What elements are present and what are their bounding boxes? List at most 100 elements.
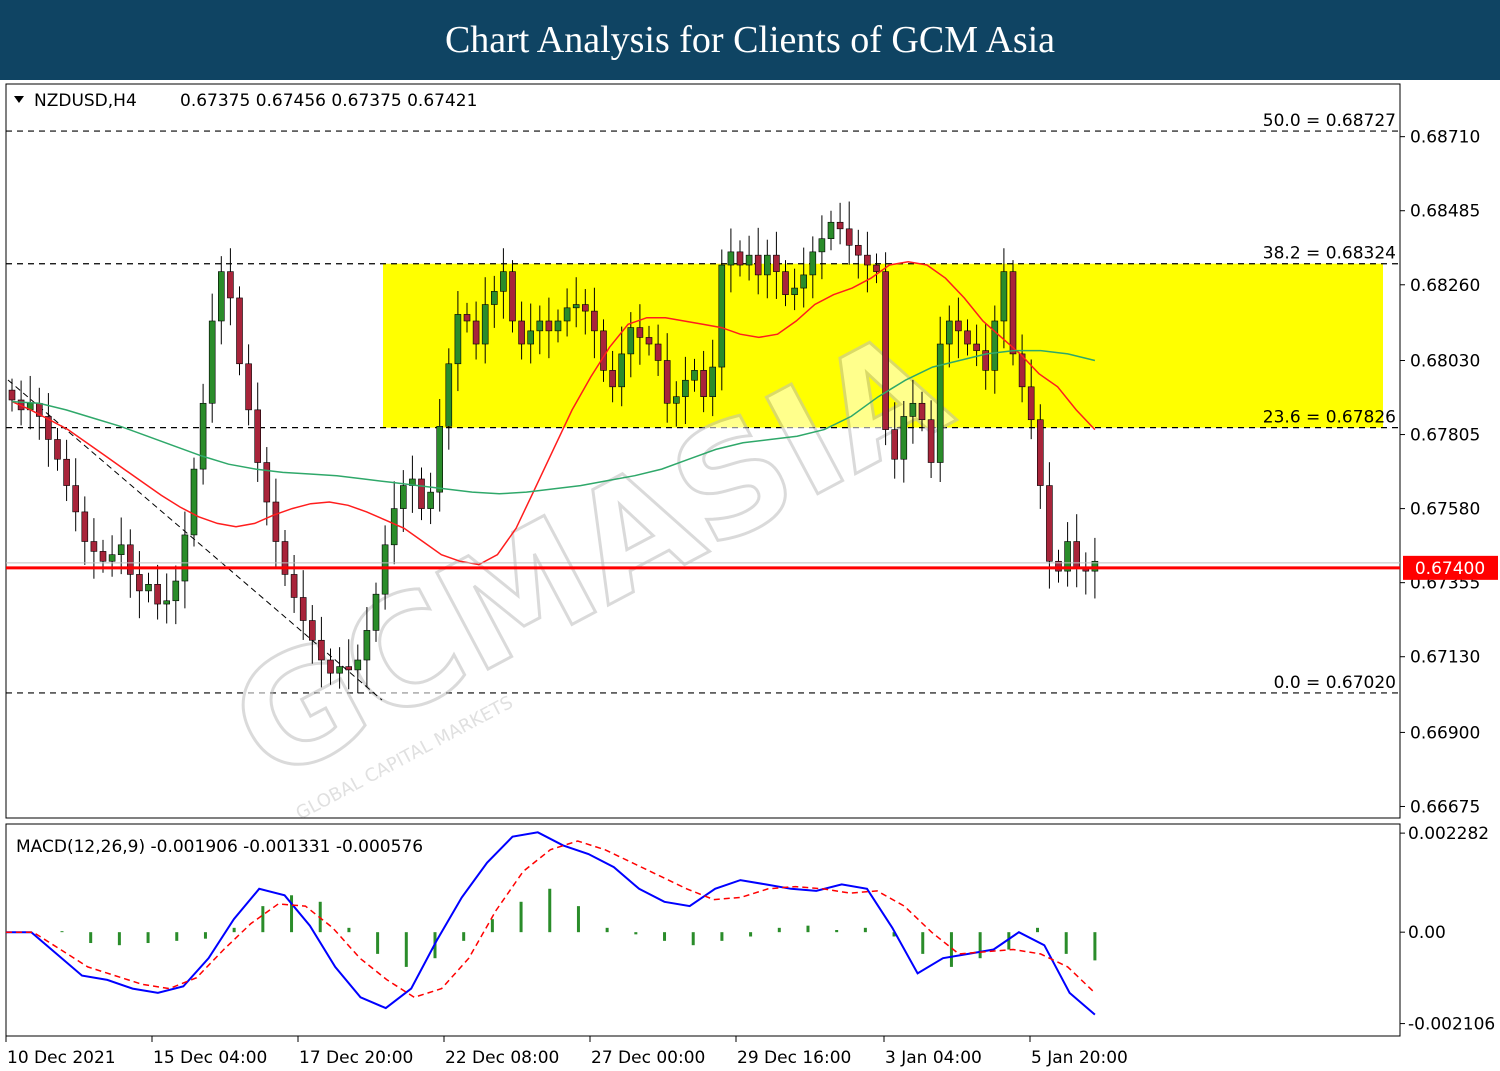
candle-body bbox=[54, 439, 61, 460]
candle-body bbox=[518, 320, 525, 345]
price-marker-label: 0.67400 bbox=[1415, 559, 1485, 579]
candle-body bbox=[973, 343, 980, 351]
candle-body bbox=[154, 584, 161, 605]
candle-body bbox=[381, 544, 389, 595]
candle-body bbox=[299, 597, 307, 621]
macd-tick-label: -0.002106 bbox=[1408, 1015, 1495, 1035]
candle-body bbox=[399, 485, 407, 509]
candle-body bbox=[991, 320, 999, 371]
candle-body bbox=[654, 343, 662, 361]
candle-body bbox=[581, 304, 589, 312]
candle-body bbox=[263, 462, 271, 503]
candle-body bbox=[591, 310, 598, 332]
candle-body bbox=[700, 370, 707, 397]
candle-body bbox=[390, 508, 398, 546]
price-tick-label: 0.66900 bbox=[1410, 723, 1480, 743]
candle-body bbox=[1000, 271, 1008, 322]
macd-title: MACD(12,26,9) -0.001906 -0.001331 -0.000… bbox=[16, 837, 423, 857]
time-tick-label: 10 Dec 2021 bbox=[7, 1048, 116, 1068]
candle-body bbox=[818, 238, 826, 253]
candle-body bbox=[791, 287, 798, 295]
candle-body bbox=[682, 379, 689, 397]
fib-label: 23.6 = 0.67826 bbox=[1263, 408, 1396, 428]
candle-body bbox=[873, 264, 880, 272]
candle-body bbox=[600, 330, 607, 371]
time-tick-label: 22 Dec 08:00 bbox=[445, 1048, 559, 1068]
candle-body bbox=[227, 271, 234, 299]
candle-body bbox=[927, 419, 935, 463]
candle-body bbox=[427, 491, 434, 509]
candle-body bbox=[554, 320, 562, 332]
candle-body bbox=[500, 271, 507, 292]
candle-body bbox=[964, 330, 971, 345]
candle-body bbox=[490, 291, 498, 305]
candle-body bbox=[864, 254, 871, 266]
candle-body bbox=[108, 554, 116, 562]
fib-label: 38.2 = 0.68324 bbox=[1263, 244, 1396, 264]
price-tick-label: 0.68710 bbox=[1410, 128, 1480, 148]
candle-body bbox=[308, 620, 316, 641]
candle-body bbox=[845, 228, 853, 246]
candle-body bbox=[245, 363, 252, 411]
candle-body bbox=[99, 551, 107, 562]
time-tick-label: 17 Dec 20:00 bbox=[299, 1048, 413, 1068]
candle-body bbox=[1046, 485, 1053, 562]
candle-body bbox=[1027, 386, 1035, 421]
time-tick-label: 3 Jan 04:00 bbox=[885, 1048, 982, 1068]
candle-body bbox=[572, 304, 580, 309]
candle-body bbox=[145, 584, 152, 592]
candle-body bbox=[800, 274, 808, 289]
candle-body bbox=[236, 297, 243, 365]
price-tick-label: 0.66675 bbox=[1410, 797, 1480, 817]
candle-body bbox=[181, 534, 189, 582]
price-tick-label: 0.67580 bbox=[1410, 500, 1480, 520]
candle-body bbox=[472, 320, 480, 345]
fib-label: 50.0 = 0.68727 bbox=[1263, 111, 1396, 131]
macd-tick-label: 0.00 bbox=[1408, 923, 1446, 943]
candle-body bbox=[481, 304, 489, 345]
candle-body bbox=[436, 426, 444, 493]
price-axis: 0.68710 0.68485 0.68260 0.68030 0.67805 0.675… bbox=[1400, 128, 1480, 817]
candle-body bbox=[372, 593, 380, 631]
candle-body bbox=[536, 320, 544, 332]
candle-body bbox=[354, 659, 362, 671]
price-tick-label: 0.67805 bbox=[1410, 426, 1480, 446]
candle-body bbox=[718, 264, 726, 368]
price-tick-label: 0.68260 bbox=[1410, 276, 1480, 296]
candle-body bbox=[609, 370, 616, 388]
candle-body bbox=[254, 409, 261, 463]
candle-body bbox=[936, 343, 944, 463]
candle-body bbox=[891, 429, 899, 460]
banner-title: Chart Analysis for Clients of GCM Asia bbox=[0, 0, 1500, 80]
time-axis: 10 Dec 2021 15 Dec 04:00 17 Dec 20:00 22 De… bbox=[5, 1036, 1128, 1068]
candle-body bbox=[90, 541, 98, 552]
candle-body bbox=[636, 327, 644, 338]
candle-body bbox=[763, 254, 771, 276]
candle-body bbox=[955, 320, 962, 332]
candle-body bbox=[509, 271, 516, 322]
candle-body bbox=[281, 541, 289, 575]
candle-body bbox=[745, 254, 753, 266]
candle-body bbox=[1009, 271, 1017, 355]
price-tick-label: 0.68030 bbox=[1410, 351, 1480, 371]
symbol-title: NZDUSD,H4 bbox=[34, 91, 137, 111]
candle-body bbox=[345, 666, 353, 671]
candle-body bbox=[836, 221, 844, 230]
candle-body bbox=[754, 254, 762, 276]
candle-body bbox=[136, 574, 143, 592]
candle-body bbox=[736, 251, 744, 266]
price-marker: 0.67400 bbox=[1403, 555, 1498, 580]
candle-body bbox=[172, 580, 180, 602]
candle-body bbox=[691, 370, 698, 381]
candle-body bbox=[773, 254, 780, 272]
time-tick-label: 29 Dec 16:00 bbox=[737, 1048, 851, 1068]
price-tick-label: 0.68485 bbox=[1410, 202, 1480, 222]
candle-body bbox=[117, 544, 125, 555]
candle-body bbox=[8, 389, 16, 401]
candle-body bbox=[63, 458, 70, 486]
candle-body bbox=[618, 353, 626, 388]
time-tick-label: 15 Dec 04:00 bbox=[153, 1048, 267, 1068]
candle-body bbox=[627, 327, 635, 355]
candle-body bbox=[782, 271, 789, 295]
candle-body bbox=[290, 574, 298, 598]
